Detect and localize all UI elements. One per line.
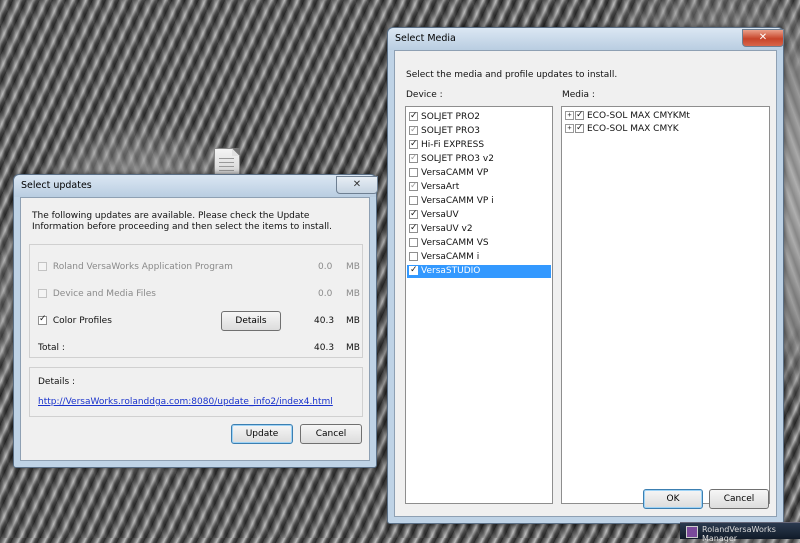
update-item-size: 0.0	[318, 289, 333, 299]
device-checkbox[interactable]	[409, 222, 418, 235]
media-item[interactable]: + ECO-SOL MAX CMYK	[565, 122, 769, 136]
device-name: VersaCAMM VP i	[421, 196, 494, 206]
device-item-selected[interactable]: VersaSTUDIO	[407, 264, 551, 278]
device-item[interactable]: Hi-Fi EXPRESS	[409, 138, 552, 152]
device-checkbox[interactable]	[409, 138, 418, 151]
media-checkbox[interactable]	[575, 122, 584, 135]
media-tree[interactable]: + ECO-SOL MAX CMYKMt + ECO-SOL MAX CMYK	[561, 106, 770, 504]
cancel-button[interactable]: Cancel	[709, 489, 769, 509]
device-item[interactable]: VersaCAMM i	[409, 251, 552, 264]
cancel-button[interactable]: Cancel	[300, 424, 362, 444]
close-icon: ✕	[352, 179, 362, 190]
window-title: Select Media	[395, 33, 456, 44]
device-name: SOLJET PRO3	[421, 126, 481, 136]
media-item[interactable]: + ECO-SOL MAX CMYKMt	[565, 109, 769, 123]
taskbar-label: RolandVersaWorks Manager	[702, 525, 776, 543]
device-label: Device :	[406, 90, 443, 100]
select-updates-window: Select updates ✕ The following updates a…	[13, 174, 378, 468]
device-checkbox[interactable]	[409, 110, 418, 123]
device-name: VersaSTUDIO	[421, 266, 481, 276]
details-link[interactable]: http://VersaWorks.rolanddga.com:8080/upd…	[38, 397, 333, 407]
select-media-window: Select Media ✕ Select the media and prof…	[387, 27, 784, 524]
update-item-label: Device and Media Files	[52, 289, 156, 299]
device-checkbox[interactable]	[409, 124, 418, 137]
device-item[interactable]: SOLJET PRO3 v2	[409, 152, 552, 166]
update-item-unit: MB	[346, 316, 360, 326]
close-icon: ✕	[758, 32, 768, 43]
details-group: Details : http://VersaWorks.rolanddga.co…	[29, 367, 363, 417]
media-name: ECO-SOL MAX CMYKMt	[587, 111, 690, 121]
device-name: VersaCAMM VP	[421, 168, 489, 178]
device-name: VersaUV v2	[421, 224, 473, 234]
update-item-size: 40.3	[314, 316, 335, 326]
taskbar-button[interactable]: RolandVersaWorks Manager	[680, 522, 800, 543]
media-name: ECO-SOL MAX CMYK	[587, 124, 679, 134]
device-name: VersaCAMM VS	[421, 238, 489, 248]
device-checkbox[interactable]	[409, 264, 418, 277]
details-button[interactable]: Details	[221, 311, 281, 331]
details-label: Details :	[38, 377, 76, 387]
total-label: Total :	[38, 343, 65, 353]
select-media-client: Select the media and profile updates to …	[394, 50, 777, 517]
select-updates-titlebar[interactable]: Select updates ✕	[14, 175, 378, 197]
device-item[interactable]: SOLJET PRO2	[409, 110, 552, 124]
device-item[interactable]: VersaUV v2	[409, 222, 552, 236]
media-intro: Select the media and profile updates to …	[406, 70, 618, 80]
device-name: SOLJET PRO3 v2	[421, 154, 494, 164]
update-item-label: Roland VersaWorks Application Program	[52, 262, 233, 272]
ok-button[interactable]: OK	[643, 489, 703, 509]
expand-icon[interactable]: +	[565, 111, 574, 120]
window-title: Select updates	[21, 180, 92, 191]
update-item-label: Color Profiles	[52, 316, 112, 326]
device-checkbox[interactable]	[409, 252, 418, 261]
updates-intro-line1: The following updates are available. Ple…	[32, 211, 332, 232]
device-item[interactable]: SOLJET PRO3	[409, 124, 552, 138]
update-item-application[interactable]: Roland VersaWorks Application Program	[38, 262, 233, 272]
update-item-color-profiles[interactable]: Color Profiles	[38, 314, 112, 326]
device-checkbox[interactable]	[409, 238, 418, 247]
total-size: 40.3	[314, 343, 335, 353]
update-item-unit: MB	[346, 262, 360, 272]
device-name: VersaArt	[421, 182, 460, 192]
device-name: Hi-Fi EXPRESS	[421, 140, 485, 150]
expand-icon[interactable]: +	[565, 124, 574, 133]
update-item-checkbox[interactable]	[38, 262, 47, 271]
update-item-size: 0.0	[318, 262, 333, 272]
media-label: Media :	[562, 90, 595, 100]
device-item[interactable]: VersaCAMM VP	[409, 167, 552, 180]
device-checkbox[interactable]	[409, 152, 418, 165]
device-name: VersaUV	[421, 210, 459, 220]
device-item[interactable]: VersaUV	[409, 208, 552, 222]
device-checkbox[interactable]	[409, 168, 418, 177]
update-item-unit: MB	[346, 289, 360, 299]
close-button[interactable]: ✕	[742, 29, 784, 47]
device-checkbox[interactable]	[409, 208, 418, 221]
update-item-device-media[interactable]: Device and Media Files	[38, 289, 156, 299]
device-item[interactable]: VersaCAMM VS	[409, 237, 552, 250]
total-unit: MB	[346, 343, 360, 353]
select-updates-client: The following updates are available. Ple…	[20, 197, 370, 461]
device-checkbox[interactable]	[409, 180, 418, 193]
select-media-titlebar[interactable]: Select Media ✕	[388, 28, 784, 50]
close-button[interactable]: ✕	[336, 176, 378, 194]
update-item-checkbox[interactable]	[38, 289, 47, 298]
device-item[interactable]: VersaArt	[409, 180, 552, 194]
update-button[interactable]: Update	[231, 424, 293, 444]
update-item-checkbox[interactable]	[38, 314, 47, 325]
device-name: VersaCAMM i	[421, 252, 480, 262]
device-checkbox[interactable]	[409, 196, 418, 205]
app-icon	[686, 526, 698, 538]
updates-list-group: Roland VersaWorks Application Program 0.…	[29, 244, 363, 358]
device-list[interactable]: SOLJET PRO2 SOLJET PRO3 Hi-Fi EXPRESS SO…	[405, 106, 553, 504]
media-checkbox[interactable]	[575, 109, 584, 122]
device-item[interactable]: VersaCAMM VP i	[409, 195, 552, 208]
device-name: SOLJET PRO2	[421, 112, 481, 122]
